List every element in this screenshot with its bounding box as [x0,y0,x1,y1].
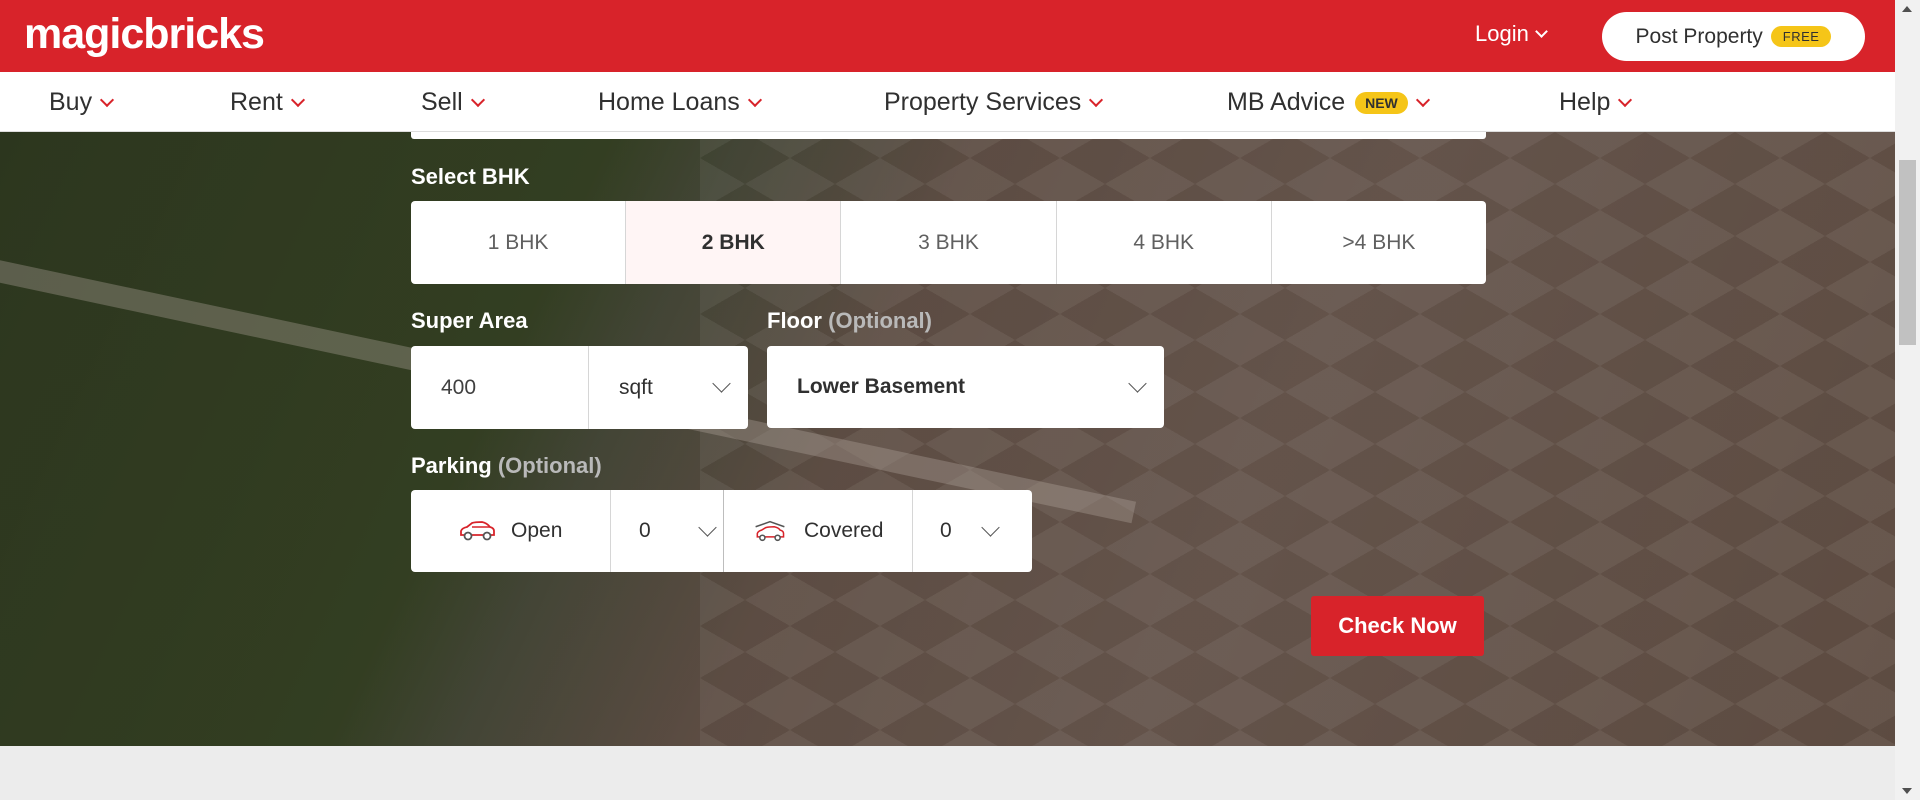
super-area-field: 400 sqft [411,346,748,429]
optional-label: (Optional) [828,308,932,333]
nav-item-buy[interactable]: Buy [49,88,115,117]
bhk-option-more[interactable]: >4 BHK [1272,201,1486,284]
parking-open-label: Open [511,519,563,542]
super-area-label: Super Area [411,308,528,333]
post-property-label: Post Property [1635,24,1763,48]
car-icon [460,521,495,541]
chevron-down-icon [1618,92,1633,108]
chevron-down-icon [698,517,717,537]
bhk-option-1[interactable]: 1 BHK [411,201,627,284]
bhk-selector: 1 BHK 2 BHK 3 BHK 4 BHK >4 BHK [411,201,1486,284]
parking-label-group: Parking (Optional) [411,453,602,479]
parking-covered-label: Covered [804,519,884,542]
chevron-down-icon [1534,25,1548,38]
free-badge: FREE [1770,26,1832,47]
nav-item-label: MB Advice [1227,88,1346,116]
covered-car-icon [755,520,785,542]
super-area-input[interactable]: 400 [441,376,476,400]
floor-label-group: Floor (Optional) [767,308,932,334]
area-unit-select[interactable]: sqft [619,376,653,400]
chevron-down-icon [1128,373,1147,393]
nav-item-label: Home Loans [598,88,740,116]
chevron-down-icon [981,517,1000,537]
scroll-thumb[interactable] [1899,160,1916,345]
chevron-down-icon [1089,92,1104,108]
nav-item-label: Property Services [884,88,1082,116]
main-nav: Buy Rent Sell Home Loans Property Servic… [0,72,1895,132]
page-scrollbar[interactable] [1895,0,1920,800]
divider [588,346,589,429]
magicbricks-logo[interactable]: magicbricks [24,10,265,59]
nav-item-sell[interactable]: Sell [421,88,485,117]
parking-open-select[interactable]: 0 [639,490,749,572]
nav-item-label: Sell [421,88,463,116]
parking-open-value: 0 [639,519,651,542]
chevron-down-icon [100,92,115,108]
top-header: magicbricks Login Post Property FREE [0,0,1895,72]
chevron-down-icon [747,92,762,108]
bhk-option-2[interactable]: 2 BHK [626,201,842,284]
divider [912,490,913,572]
bhk-option-4[interactable]: 4 BHK [1057,201,1272,284]
chevron-down-icon[interactable] [712,374,731,393]
scroll-down-icon[interactable] [1902,788,1912,794]
previous-form-row [411,132,1486,139]
bhk-option-3[interactable]: 3 BHK [841,201,1057,284]
parking-field: Open 0 Covered 0 [411,490,1032,572]
scroll-up-icon[interactable] [1902,6,1912,12]
parking-covered-value: 0 [940,519,952,542]
post-property-button[interactable]: Post Property FREE [1602,12,1865,61]
optional-label: (Optional) [497,453,602,478]
chevron-down-icon [1415,92,1430,108]
parking-covered: Covered [750,490,883,572]
chevron-down-icon [290,92,305,108]
floor-select[interactable]: Lower Basement [767,346,1164,428]
select-bhk-label: Select BHK [411,164,530,189]
floor-value: Lower Basement [797,375,966,398]
parking-label: Parking [411,453,492,478]
divider [610,490,611,572]
nav-item-home-loans[interactable]: Home Loans [598,88,762,117]
nav-item-label: Rent [230,88,283,116]
chevron-down-icon [470,92,485,108]
check-now-button[interactable]: Check Now [1311,596,1484,656]
nav-item-rent[interactable]: Rent [230,88,305,117]
divider [723,490,724,572]
parking-covered-select[interactable]: 0 [940,490,1032,572]
nav-item-property-services[interactable]: Property Services [884,88,1104,117]
new-badge: NEW [1355,91,1408,114]
login-dropdown[interactable]: Login [1475,21,1548,47]
nav-item-mb-advice[interactable]: MB Advice NEW [1227,88,1430,117]
parking-open: Open [457,490,562,572]
floor-label: Floor [767,308,822,333]
nav-item-help[interactable]: Help [1559,88,1633,117]
nav-item-label: Buy [49,88,93,116]
nav-item-label: Help [1559,88,1611,116]
login-label: Login [1475,21,1529,46]
